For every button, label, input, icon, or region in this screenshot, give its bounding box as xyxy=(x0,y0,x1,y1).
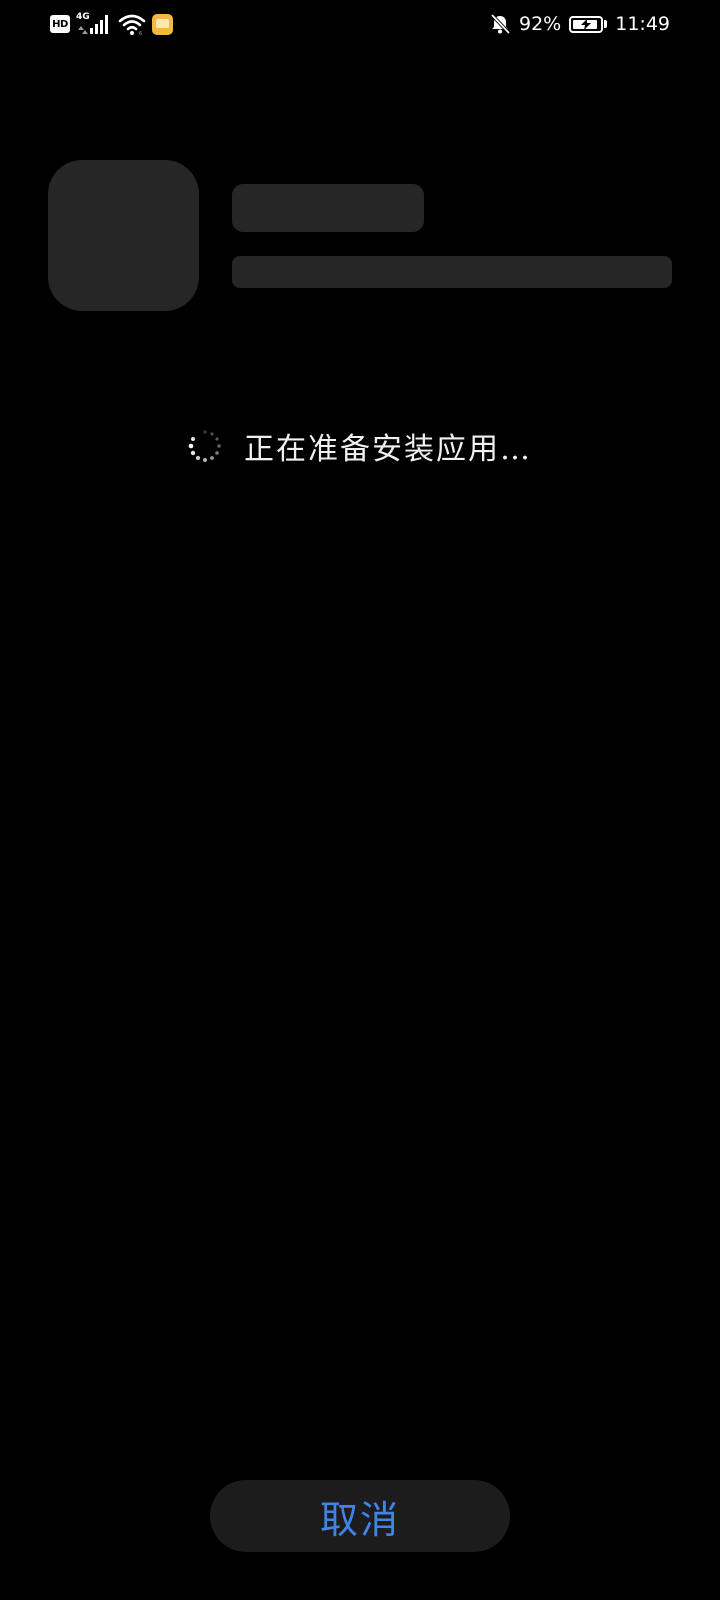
status-bar: HD 4G 6 92% 11:49 xyxy=(0,0,720,48)
app-icon-placeholder xyxy=(48,160,199,311)
charging-bolt-icon xyxy=(581,18,592,30)
battery-charging-icon xyxy=(569,15,604,33)
cancel-button-label: 取消 xyxy=(319,1497,400,1542)
battery-cap xyxy=(604,20,608,28)
network-type-label: 4G xyxy=(76,12,90,22)
status-bar-left: HD 4G 6 xyxy=(50,12,173,37)
status-bar-right: 92% 11:49 xyxy=(489,12,670,36)
cancel-button[interactable]: 取消 xyxy=(210,1480,510,1552)
progress-message: 正在准备安装应用… xyxy=(244,432,532,467)
loading-spinner-icon xyxy=(188,430,221,462)
wifi-icon: 6 xyxy=(118,12,146,37)
mute-bell-icon xyxy=(490,13,511,35)
app-description-placeholder xyxy=(232,256,672,288)
hd-badge-label: HD xyxy=(52,18,68,30)
app-notification-icon xyxy=(152,13,173,35)
battery-percent: 92% xyxy=(519,13,562,35)
cellular-signal-icon: 4G xyxy=(76,12,112,36)
clock: 11:49 xyxy=(615,13,670,35)
svg-text:6: 6 xyxy=(139,31,142,36)
hd-icon: HD xyxy=(50,15,70,33)
app-name-placeholder xyxy=(232,184,424,232)
install-progress: 正在准备安装应用… xyxy=(0,422,720,470)
